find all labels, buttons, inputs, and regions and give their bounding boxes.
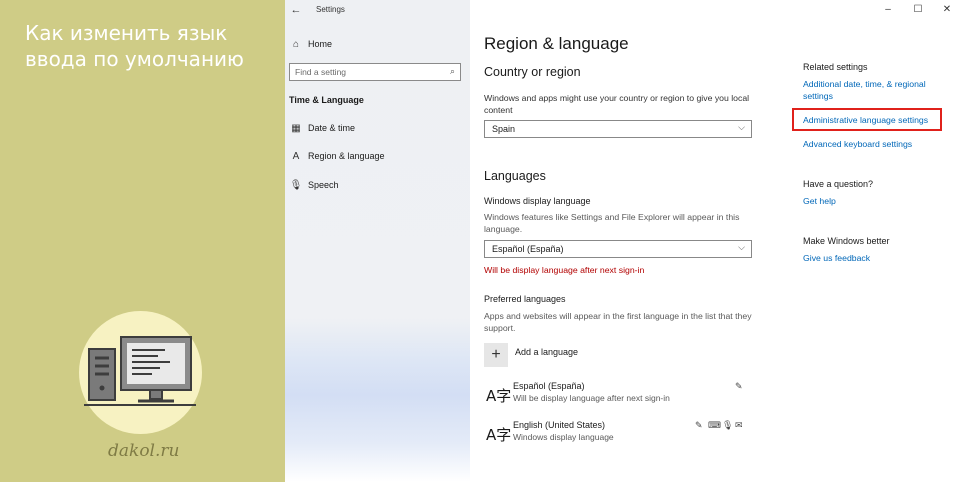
nav-item-label: Region & language [308,151,385,161]
advanced-keyboard-link[interactable]: Advanced keyboard settings [803,138,943,150]
related-settings-heading: Related settings [803,62,868,72]
country-value: Spain [492,124,516,134]
nav-item-date-time[interactable]: ▦ Date & time [289,119,355,137]
language-status: Windows display language [513,432,614,442]
window-title: Settings [316,5,345,14]
chevron-down-icon: ⌵ [738,242,745,252]
chevron-down-icon: ⌵ [738,122,745,132]
nav-item-region-language[interactable]: A Region & language [289,147,385,165]
nav-item-label: Date & time [308,123,356,133]
display-feature-icon: ✉ [735,420,743,430]
site-name: dakol.ru [108,441,180,461]
display-language-value: Español (España) [492,244,564,254]
display-language-description: Windows features like Settings and File … [484,212,740,234]
search-input[interactable] [295,67,443,77]
administrative-language-link[interactable]: Administrative language settings [803,114,943,126]
language-name: English (United States) [513,420,606,430]
feedback-heading: Make Windows better [803,236,890,246]
related-settings-panel: Related settings Additional date, time, … [792,0,958,482]
language-glyph-icon: A字 [486,387,512,405]
settings-window: – ☐ ✕ ← Settings ⌂ Home ⌕ Time & Languag… [285,0,962,482]
calendar-icon: ▦ [291,122,301,134]
display-language-warning: Will be display language after next sign… [484,265,645,275]
microphone-icon: 🎙 [289,179,303,191]
add-language-label: Add a language [515,347,579,357]
back-arrow-icon[interactable]: ← [289,3,303,17]
language-icon: A [292,150,300,162]
give-feedback-link[interactable]: Give us feedback [803,252,943,264]
article-banner: Как изменить язык ввода по умолчанию dak… [0,0,285,482]
banner-title: Как изменить язык ввода по умолчанию [25,21,244,71]
languages-heading: Languages [484,169,546,183]
country-description: Windows and apps might use your country … [484,93,750,115]
home-icon: ⌂ [292,38,300,50]
preferred-languages-label: Preferred languages [484,294,566,304]
search-box[interactable]: ⌕ [289,63,461,81]
language-item-spanish[interactable]: A字 Español (España) Will be display lang… [484,381,754,411]
nav-item-speech[interactable]: 🎙 Speech [289,176,339,194]
question-heading: Have a question? [803,179,874,189]
language-status: Will be display language after next sign… [513,393,670,403]
search-icon[interactable]: ⌕ [450,66,455,77]
nav-home-label: Home [308,39,333,49]
main-content: Region & language Country or region Wind… [484,0,794,482]
page-title: Region & language [484,34,629,53]
nav-item-label: Speech [308,180,339,190]
speech-feature-icon: 🎙 [722,420,734,430]
keyboard-feature-icon: ⌨ [708,420,721,430]
get-help-link[interactable]: Get help [803,195,943,207]
additional-date-time-link[interactable]: Additional date, time, & regional settin… [803,78,943,102]
language-glyph-icon: A字 [486,426,512,444]
plus-icon: + [484,343,508,367]
navigation-pane: ← Settings ⌂ Home ⌕ Time & Language ▦ Da… [285,0,470,482]
handwriting-feature-icon: ✎ [695,420,703,430]
language-item-english[interactable]: A字 English (United States) Windows displ… [484,420,754,450]
preferred-languages-description: Apps and websites will appear in the fir… [484,311,752,333]
display-language-label: Windows display language [484,196,591,206]
nav-home[interactable]: ⌂ Home [289,35,332,53]
handwriting-feature-icon: ✎ [735,381,743,391]
display-language-dropdown[interactable]: Español (España) ⌵ [484,240,752,258]
country-heading: Country or region [484,65,581,79]
language-name: Español (España) [513,381,585,391]
computer-illustration-icon [84,336,196,406]
country-dropdown[interactable]: Spain ⌵ [484,120,752,138]
add-language-button[interactable]: + Add a language [484,343,578,367]
nav-section-heading: Time & Language [289,95,364,105]
